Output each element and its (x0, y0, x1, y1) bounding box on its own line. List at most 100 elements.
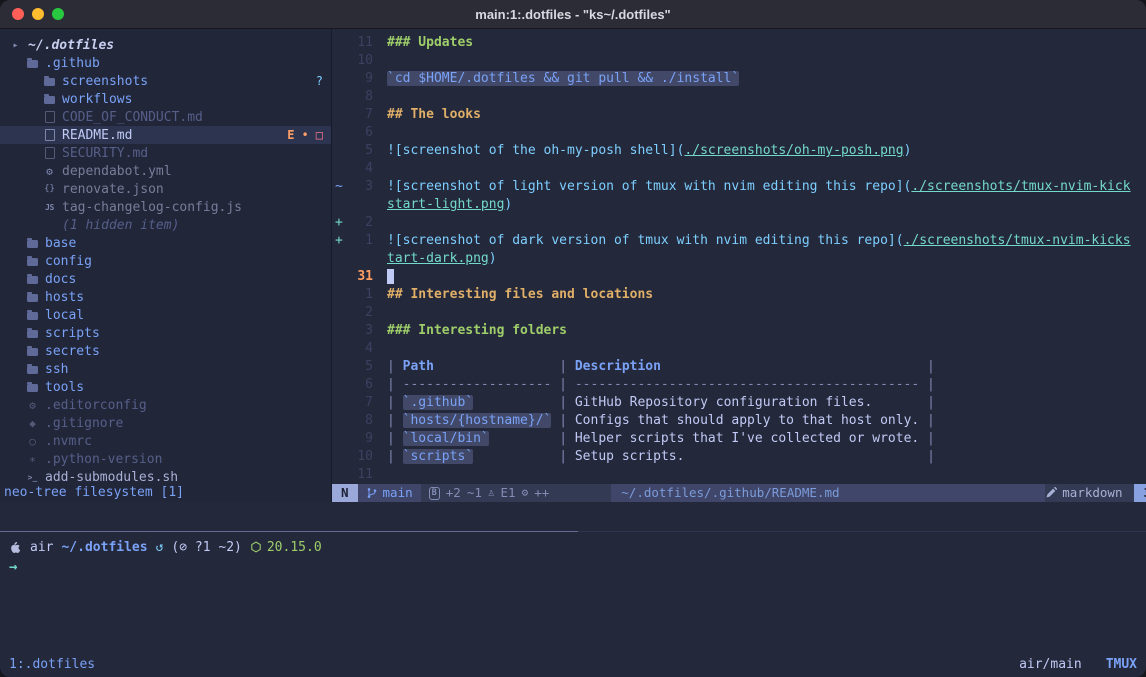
tree-item[interactable]: config (0, 252, 331, 270)
tree-item-label: ~/.dotfiles (28, 38, 114, 53)
terminal-window: main:1:.dotfiles - "ks~/.dotfiles" ▸~/.d… (0, 0, 1146, 677)
editor-line[interactable]: 5| Path | Description | (332, 358, 1146, 376)
tree-item[interactable]: (1 hidden item) (0, 216, 331, 234)
diagnostics-count: E1 (501, 484, 516, 502)
shell-pane[interactable]: air ~/.dotfiles ↺ (⊘ ?1 ~2) 20.15.0 → 1:… (0, 502, 1146, 677)
editor-line[interactable]: start-light.png) (332, 196, 1146, 214)
node-hexagon-icon (250, 541, 262, 553)
status-markers: ? (316, 74, 323, 88)
editor-line[interactable]: tart-dark.png) (332, 250, 1146, 268)
editor-line[interactable]: 31 (332, 268, 1146, 286)
editor-line[interactable]: 9`cd $HOME/.dotfiles && git pull && ./in… (332, 70, 1146, 88)
tree-item[interactable]: {}renovate.json (0, 180, 331, 198)
file-icon (42, 108, 57, 126)
mode-indicator: N (332, 484, 358, 502)
editor-line[interactable]: 2 (332, 304, 1146, 322)
editor-line[interactable]: 4 (332, 340, 1146, 358)
line-number: 6 (347, 376, 373, 394)
editor-line[interactable]: 7## The looks (332, 106, 1146, 124)
tree-item[interactable]: JStag-changelog-config.js (0, 198, 331, 216)
line-number: 1 (347, 232, 373, 250)
tmux-window-label[interactable]: 1:.dotfiles (9, 657, 95, 672)
tree-item-label: docs (45, 272, 76, 287)
editor-line[interactable]: 9| `local/bin` | Helper scripts that I'v… (332, 430, 1146, 448)
tree-item[interactable]: screenshots? (0, 72, 331, 90)
line-text: | Path | Description | (387, 358, 935, 376)
editor-line[interactable]: 11 (332, 466, 1146, 484)
folder-icon (25, 270, 40, 288)
git-sign: + (332, 232, 347, 250)
git-sign (332, 430, 347, 448)
tree-item[interactable]: workflows (0, 90, 331, 108)
traffic-lights (12, 8, 64, 20)
editor-line[interactable]: +1![screenshot of dark version of tmux w… (332, 232, 1146, 250)
file-path: ~/.dotfiles/.github/README.md (611, 484, 1045, 502)
close-button[interactable] (12, 8, 24, 20)
editor-line[interactable]: 11### Updates (332, 34, 1146, 52)
git-sign: ~ (332, 178, 347, 196)
tree-item-label: .nvmrc (45, 434, 92, 449)
python-icon: ∗ (25, 450, 40, 468)
apple-icon (9, 541, 22, 554)
tree-item-label: screenshots (62, 74, 148, 89)
tree-item[interactable]: hosts (0, 288, 331, 306)
zoom-button[interactable] (52, 8, 64, 20)
editor-line[interactable]: 5![screenshot of the oh-my-posh shell](.… (332, 142, 1146, 160)
tree-item[interactable]: >_add-submodules.sh (0, 468, 331, 484)
git-sign (332, 142, 347, 160)
editor-line[interactable]: 1## Interesting files and locations (332, 286, 1146, 304)
tree-item[interactable]: docs (0, 270, 331, 288)
editor-line[interactable]: 7 | `.github` | GitHub Repository configu… (332, 394, 1146, 412)
line-number: 31 (347, 268, 373, 286)
tree-item[interactable]: ∗.python-version (0, 450, 331, 468)
tree-item[interactable]: ⚙dependabot.yml (0, 162, 331, 180)
tree-item[interactable]: scripts (0, 324, 331, 342)
tree-item[interactable]: tools (0, 378, 331, 396)
pane-divider[interactable] (0, 531, 1146, 532)
editor-line[interactable]: 3### Interesting folders (332, 322, 1146, 340)
editor-line[interactable]: 10 (332, 52, 1146, 70)
minimize-button[interactable] (32, 8, 44, 20)
tree-item[interactable]: .github (0, 54, 331, 72)
editor-line[interactable]: ~3![screenshot of light version of tmux … (332, 178, 1146, 196)
tree-item[interactable]: ○.nvmrc (0, 432, 331, 450)
line-number: 3 (347, 322, 373, 340)
tree-item[interactable]: CODE_OF_CONDUCT.md (0, 108, 331, 126)
git-sign (332, 52, 347, 70)
tree-item[interactable]: base (0, 234, 331, 252)
line-text: | `hosts/{hostname}/` | Configs that sho… (387, 412, 935, 430)
prompt-git-status: (⊘ ?1 ~2) (171, 540, 241, 555)
editor-line[interactable]: 8 (332, 88, 1146, 106)
folder-icon (25, 234, 40, 252)
editor-pane[interactable]: 11### Updates109`cd $HOME/.dotfiles && g… (332, 29, 1146, 502)
editor-line[interactable]: 8| `hosts/{hostname}/` | Configs that sh… (332, 412, 1146, 430)
tree-item[interactable]: README.mdE•□ (0, 126, 331, 144)
folder-icon (42, 90, 57, 108)
line-text: | `.github` | GitHub Repository configur… (387, 394, 935, 412)
tree-item[interactable]: ssh (0, 360, 331, 378)
line-number: 8 (347, 88, 373, 106)
line-number: 7 (347, 394, 373, 412)
git-sign (332, 70, 347, 88)
tree-item[interactable]: ⚙.editorconfig (0, 396, 331, 414)
editor-line[interactable]: 4 (332, 160, 1146, 178)
statusline-extra: ++ (534, 484, 549, 502)
tree-item[interactable]: secrets (0, 342, 331, 360)
tmux-host-label: air/main (1019, 657, 1082, 672)
tree-item[interactable]: local (0, 306, 331, 324)
tree-item[interactable]: SECURITY.md (0, 144, 331, 162)
line-number (347, 196, 373, 214)
editor-line[interactable]: 10| `scripts` | Setup scripts. | (332, 448, 1146, 466)
line-text (387, 268, 394, 286)
git-sign (332, 376, 347, 394)
file-tree: ▸~/.dotfiles.githubscreenshots?workflows… (0, 29, 331, 484)
tree-item[interactable]: ◆.gitignore (0, 414, 331, 432)
line-number: 2 (347, 304, 373, 322)
tree-item-label: config (45, 254, 92, 269)
editor-line[interactable]: +2 (332, 214, 1146, 232)
tree-item[interactable]: ▸~/.dotfiles (0, 36, 331, 54)
line-number: 5 (347, 142, 373, 160)
filetype-label: markdown (1062, 484, 1122, 502)
editor-line[interactable]: 6| ------------------- | ---------------… (332, 376, 1146, 394)
editor-line[interactable]: 6 (332, 124, 1146, 142)
